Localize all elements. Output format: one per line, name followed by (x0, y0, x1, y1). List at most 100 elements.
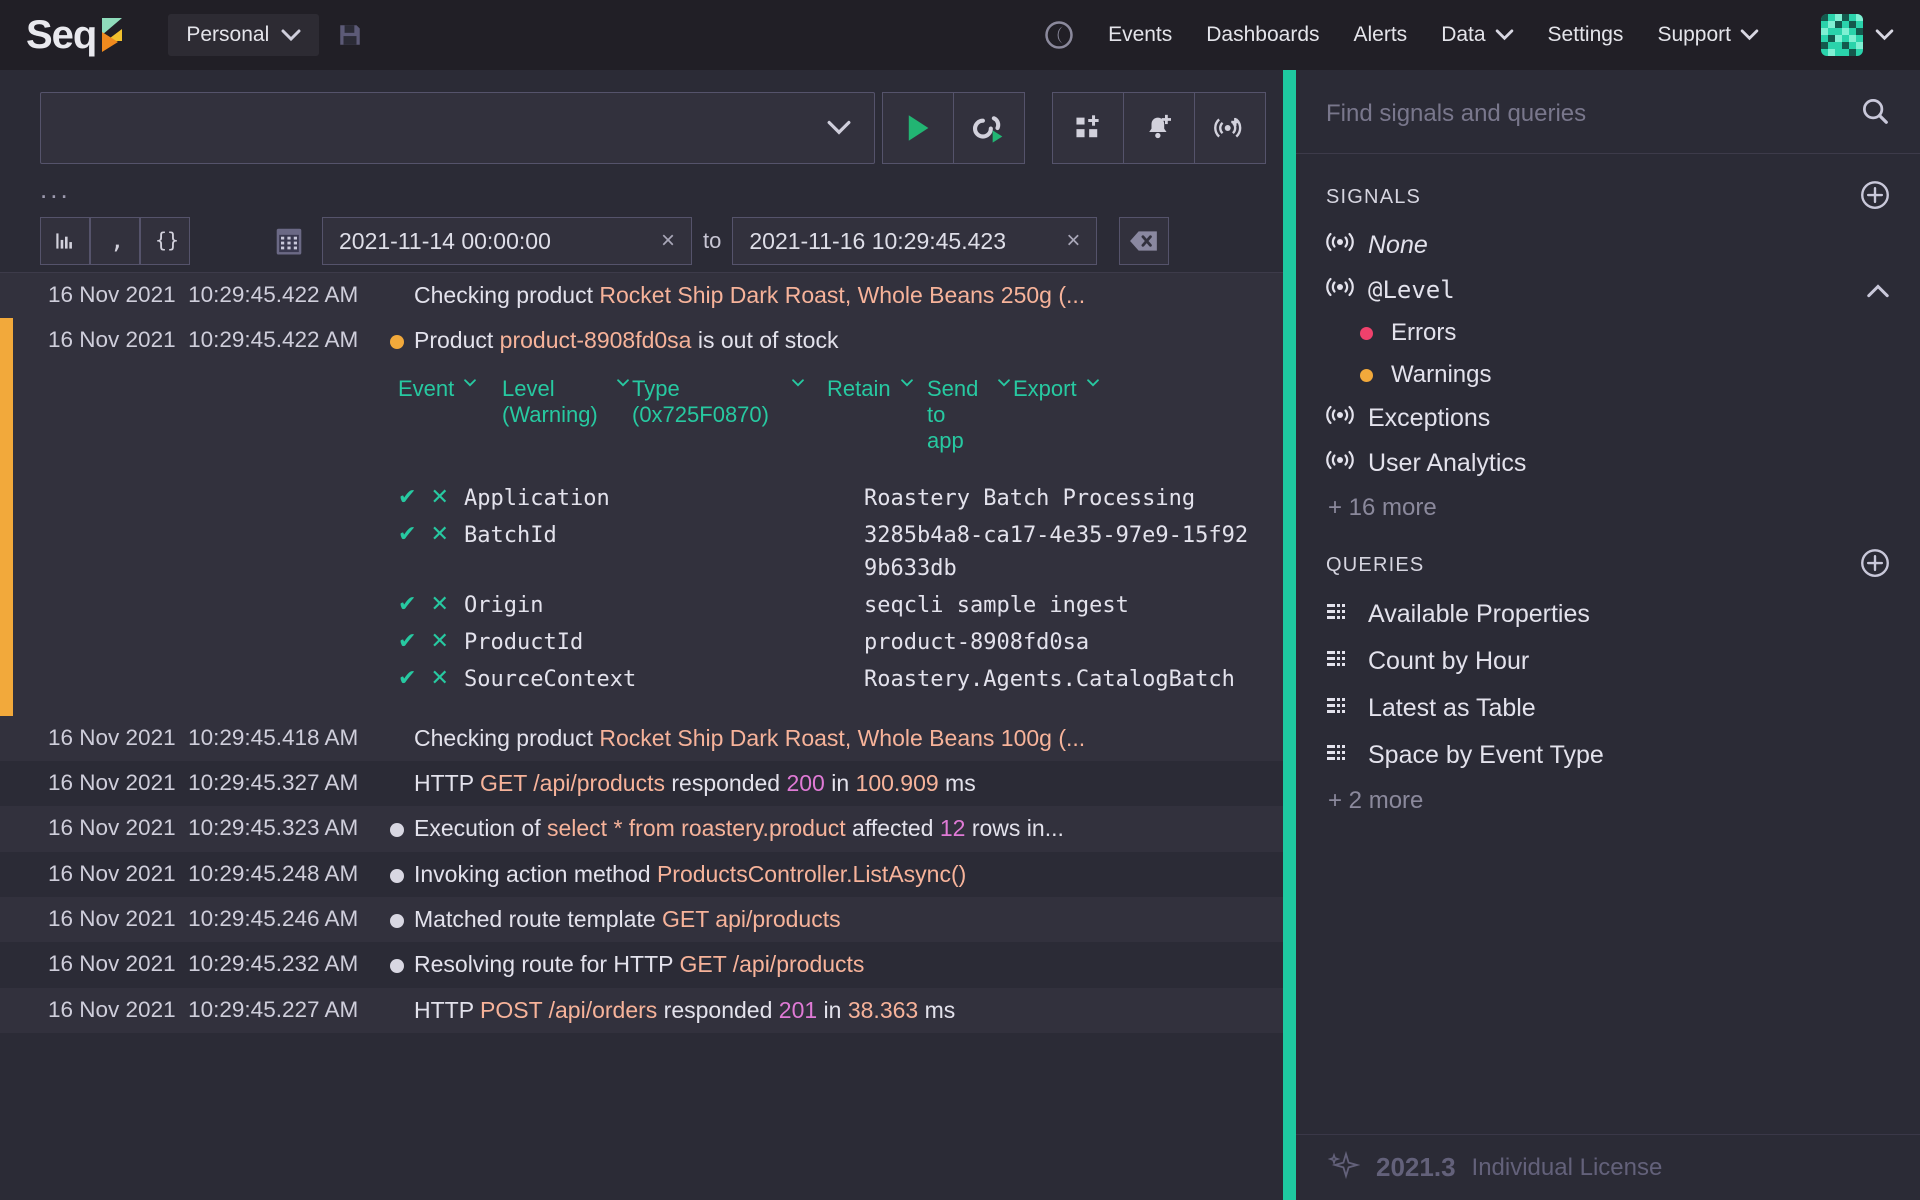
signal-level-warnings[interactable]: Warnings (1326, 354, 1890, 396)
check-icon[interactable]: ✔ (398, 522, 416, 545)
sidebar-item-settings[interactable]: Settings (1548, 23, 1624, 47)
x-icon[interactable]: ✕ (430, 522, 448, 545)
chart-view-button[interactable] (40, 217, 90, 265)
table-row[interactable]: 16 Nov 2021 10:29:45.323 AM Execution of… (0, 806, 1283, 852)
table-icon (1326, 741, 1352, 770)
table-row[interactable]: 16 Nov 2021 10:29:45.232 AM Resolving ro… (0, 942, 1283, 987)
chevron-down-icon[interactable] (826, 120, 852, 136)
run-continuously-button[interactable] (953, 92, 1025, 164)
signal-label: Exceptions (1368, 404, 1491, 432)
detail-menu-type[interactable]: Type (0x725F0870) (632, 376, 827, 454)
date-to-input[interactable]: 2021-11-16 10:29:45.423 × (732, 217, 1098, 265)
check-icon[interactable]: ✔ (398, 485, 416, 508)
signal-level-errors[interactable]: Errors (1326, 312, 1890, 354)
x-icon[interactable]: ✕ (430, 666, 448, 689)
user-menu[interactable] (1821, 14, 1894, 56)
workspace-selector[interactable]: Personal (168, 14, 320, 56)
signal-icon (1326, 404, 1354, 433)
detail-menu-send-to-app[interactable]: Send to app (927, 376, 1013, 454)
query-label: Latest as Table (1368, 694, 1536, 722)
queries-title: QUERIES (1326, 554, 1425, 576)
table-icon (1326, 647, 1352, 676)
table-row[interactable]: 16 Nov 2021 10:29:45.418 AM Checking pro… (0, 715, 1283, 762)
query-space-by-event-type[interactable]: Space by Event Type (1326, 732, 1890, 779)
event-level-dot (380, 279, 414, 290)
search-icon[interactable] (1860, 96, 1890, 131)
query-overflow-toggle[interactable]: ... (0, 164, 1283, 210)
detail-menu-event[interactable]: Event (398, 376, 502, 454)
msg-text: ms (938, 770, 976, 797)
signal-label: User Analytics (1368, 449, 1527, 477)
table-row[interactable]: 16 Nov 2021 10:29:45.422 AM Product prod… (0, 318, 1283, 363)
table-row[interactable]: 16 Nov 2021 10:29:45.422 AM Checking pro… (0, 273, 1283, 319)
search-input[interactable] (1326, 99, 1860, 128)
x-icon[interactable]: ✕ (430, 485, 448, 508)
table-row[interactable]: 16 Nov 2021 10:29:45.246 AM Matched rout… (0, 897, 1283, 943)
event-message: Matched route template GET api/products (414, 903, 1283, 936)
seq-logo[interactable]: Seq (26, 15, 123, 55)
clear-from-icon[interactable]: × (661, 227, 675, 255)
calendar-icon[interactable] (274, 225, 304, 257)
event-message: HTTP POST /api/orders responded 201 in 3… (414, 994, 1283, 1027)
x-icon[interactable]: ✕ (430, 629, 448, 652)
check-icon[interactable]: ✔ (398, 592, 416, 615)
svg-text:,: , (110, 228, 124, 254)
signal-user-analytics[interactable]: User Analytics (1326, 441, 1890, 486)
signal-exceptions[interactable]: Exceptions (1326, 396, 1890, 441)
sidebar-item-events[interactable]: Events (1108, 23, 1172, 47)
clear-to-icon[interactable]: × (1066, 227, 1080, 255)
event-list[interactable]: 16 Nov 2021 10:29:45.422 AM Checking pro… (0, 272, 1283, 1200)
date-from-input[interactable]: 2021-11-14 00:00:00 × (322, 217, 692, 265)
signal-level[interactable]: @Level (1326, 268, 1890, 312)
table-row[interactable]: 16 Nov 2021 10:29:45.248 AM Invoking act… (0, 852, 1283, 897)
license-version: 2021.3 (1376, 1152, 1456, 1182)
query-available-properties[interactable]: Available Properties (1326, 591, 1890, 638)
plus-circle-icon[interactable] (1860, 180, 1890, 215)
sidebar-item-alerts[interactable]: Alerts (1354, 23, 1408, 47)
main-body: ... , {} 2021-11-14 00:00:00 × to 2021-1… (0, 70, 1920, 1200)
detail-menu-retain[interactable]: Retain (827, 376, 927, 454)
event-timestamp: 16 Nov 2021 10:29:45.418 AM (48, 724, 359, 750)
create-alert-button[interactable] (1123, 92, 1195, 164)
event-message: Invoking action method ProductsControlle… (414, 858, 1283, 891)
detail-menu-level[interactable]: Level (Warning) (502, 376, 632, 454)
table-row[interactable]: 16 Nov 2021 10:29:45.327 AM HTTP GET /ap… (0, 761, 1283, 806)
moon-icon[interactable] (1044, 20, 1074, 50)
detail-menu-export[interactable]: Export (1013, 376, 1133, 454)
query-latest-as-table[interactable]: Latest as Table (1326, 685, 1890, 732)
property-row: ✔ ✕ SourceContext Roastery.Agents.Catalo… (0, 661, 1283, 698)
property-value: product-8908fd0sa (864, 629, 1090, 655)
table-row[interactable]: 16 Nov 2021 10:29:45.227 AM HTTP POST /a… (0, 987, 1283, 1034)
check-icon[interactable]: ✔ (398, 666, 416, 689)
add-to-dashboard-button[interactable] (1052, 92, 1124, 164)
raw-view-button[interactable]: , (90, 217, 140, 265)
sidebar-item-data[interactable]: Data (1441, 23, 1513, 47)
run-query-button[interactable] (882, 92, 954, 164)
query-action-buttons (1052, 92, 1266, 164)
sidebar-item-dashboards[interactable]: Dashboards (1206, 23, 1319, 47)
msg-text: responded (664, 770, 787, 797)
signal-search-wrap (1296, 70, 1920, 154)
property-name: Origin (464, 592, 544, 618)
query-count-by-hour[interactable]: Count by Hour (1326, 638, 1890, 685)
check-icon[interactable]: ✔ (398, 629, 416, 652)
signals-show-more[interactable]: + 16 more (1326, 486, 1890, 522)
sidebar-item-support[interactable]: Support (1657, 23, 1759, 47)
search-input[interactable] (40, 92, 875, 164)
event-level-dot (380, 767, 414, 778)
x-icon[interactable]: ✕ (430, 592, 448, 615)
plus-circle-icon[interactable] (1860, 548, 1890, 583)
queries-show-more[interactable]: + 2 more (1326, 779, 1890, 815)
play-icon (908, 115, 929, 141)
warning-dot-icon (1360, 368, 1373, 382)
create-signal-button[interactable] (1194, 92, 1266, 164)
clear-range-button[interactable] (1119, 217, 1170, 265)
signals-queries-panel: SIGNALS (1296, 70, 1920, 1200)
save-disk-icon[interactable] (337, 22, 363, 48)
chevron-up-icon[interactable] (1866, 276, 1890, 304)
signal-icon (1326, 231, 1354, 260)
json-view-button[interactable]: {} (140, 217, 190, 265)
license-status-bar: 2021.3 Individual License (1296, 1134, 1920, 1200)
signal-none[interactable]: None (1326, 223, 1890, 268)
license-type: Individual License (1471, 1153, 1663, 1181)
